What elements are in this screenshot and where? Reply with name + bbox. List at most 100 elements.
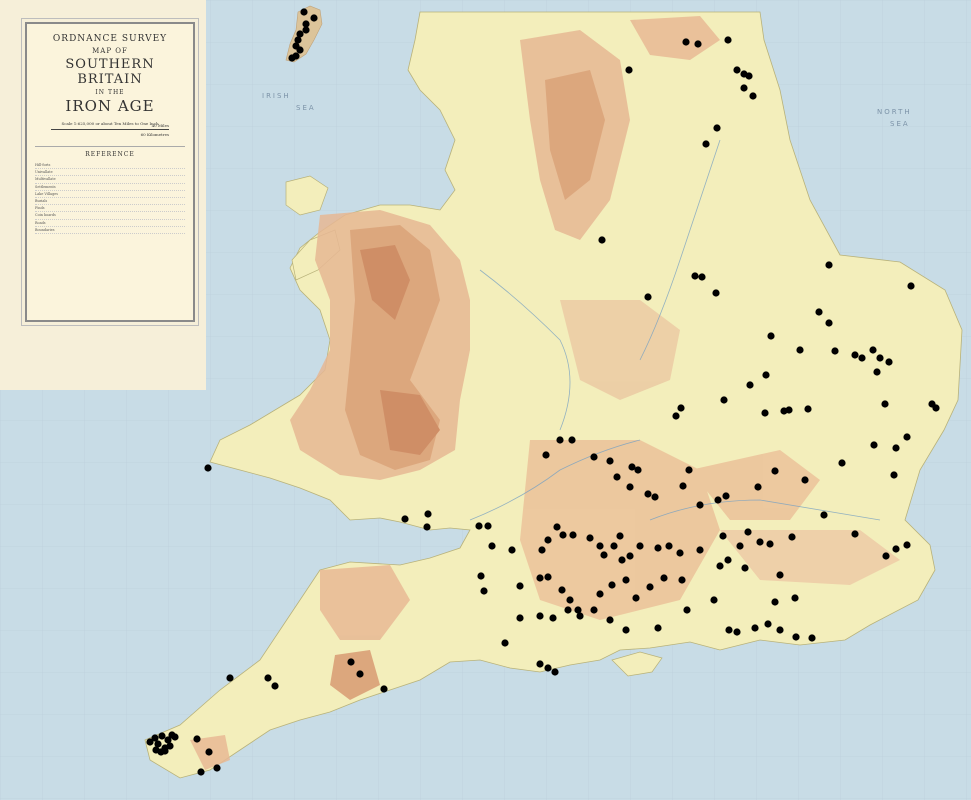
site-marker <box>696 546 704 554</box>
site-marker <box>733 66 741 74</box>
site-marker <box>714 496 722 504</box>
site-marker <box>559 531 567 539</box>
site-marker <box>568 436 576 444</box>
site-marker <box>596 542 604 550</box>
site-marker <box>724 36 732 44</box>
site-marker <box>213 764 221 772</box>
site-marker <box>636 542 644 550</box>
site-marker <box>907 282 915 290</box>
site-marker <box>831 347 839 355</box>
site-marker <box>622 576 630 584</box>
site-marker <box>590 606 598 614</box>
site-marker <box>702 140 710 148</box>
site-marker <box>890 471 898 479</box>
site-marker <box>785 406 793 414</box>
site-marker <box>516 582 524 590</box>
site-marker <box>634 466 642 474</box>
reference-item: Burials <box>35 198 185 206</box>
site-marker <box>678 576 686 584</box>
site-marker <box>380 685 388 693</box>
site-marker <box>536 612 544 620</box>
site-marker <box>544 664 552 672</box>
site-marker <box>536 574 544 582</box>
site-marker <box>869 346 877 354</box>
site-marker <box>892 545 900 553</box>
reference-item: Hill-forts <box>35 162 185 170</box>
site-marker <box>725 626 733 634</box>
site-marker <box>691 272 699 280</box>
site-marker <box>288 54 296 62</box>
site-marker <box>651 493 659 501</box>
site-marker <box>677 404 685 412</box>
site-marker <box>796 346 804 354</box>
site-marker <box>804 405 812 413</box>
site-marker <box>696 501 704 509</box>
reference-item: Univallate <box>35 169 185 177</box>
site-marker <box>766 540 774 548</box>
site-marker <box>590 453 598 461</box>
site-marker <box>501 639 509 647</box>
site-marker <box>716 562 724 570</box>
reference-item: Roads <box>35 220 185 227</box>
site-marker <box>881 400 889 408</box>
site-marker <box>736 542 744 550</box>
site-marker <box>694 40 702 48</box>
site-marker <box>676 549 684 557</box>
site-marker <box>903 541 911 549</box>
site-marker <box>892 444 900 452</box>
site-marker <box>885 358 893 366</box>
site-marker <box>762 371 770 379</box>
site-marker <box>825 261 833 269</box>
reference-item: Finds <box>35 205 185 213</box>
site-marker <box>740 84 748 92</box>
site-marker <box>749 92 757 100</box>
site-marker <box>626 552 634 560</box>
site-marker <box>626 483 634 491</box>
title-line-1: ORDNANCE SURVEY <box>52 34 168 44</box>
site-marker <box>158 732 166 740</box>
site-marker <box>586 534 594 542</box>
site-marker <box>720 396 728 404</box>
site-marker <box>771 467 779 475</box>
site-marker <box>858 354 866 362</box>
site-marker <box>776 571 784 579</box>
reference-item: Multivallate <box>35 176 185 184</box>
site-marker <box>776 626 784 634</box>
site-marker <box>851 530 859 538</box>
site-marker <box>296 46 304 54</box>
site-marker <box>712 289 720 297</box>
site-marker <box>424 510 432 518</box>
site-marker <box>616 532 624 540</box>
site-marker <box>544 573 552 581</box>
site-marker <box>264 674 272 682</box>
site-marker <box>792 633 800 641</box>
title-panel: ORDNANCE SURVEY MAP OF SOUTHERN BRITAIN … <box>21 18 199 326</box>
site-marker <box>610 542 618 550</box>
site-marker <box>300 8 308 16</box>
site-marker <box>646 583 654 591</box>
site-marker <box>791 594 799 602</box>
site-marker <box>801 476 809 484</box>
site-marker <box>754 483 762 491</box>
site-marker <box>644 293 652 301</box>
site-marker <box>685 466 693 474</box>
site-marker <box>347 658 355 666</box>
site-marker <box>551 668 559 676</box>
site-marker <box>746 381 754 389</box>
title-line-3: SOUTHERN BRITAIN <box>65 57 155 87</box>
site-marker <box>622 626 630 634</box>
site-marker <box>618 556 626 564</box>
site-marker <box>761 409 769 417</box>
site-marker <box>788 533 796 541</box>
site-marker <box>564 606 572 614</box>
scale-miles: 40 Miles <box>151 123 169 128</box>
site-marker <box>632 594 640 602</box>
site-marker <box>566 596 574 604</box>
site-marker <box>741 564 749 572</box>
site-marker <box>423 523 431 531</box>
site-marker <box>516 614 524 622</box>
site-marker <box>544 536 552 544</box>
reference-list: Hill-forts Univallate Multivallate Settl… <box>35 162 185 234</box>
site-marker <box>542 451 550 459</box>
site-marker <box>226 674 234 682</box>
